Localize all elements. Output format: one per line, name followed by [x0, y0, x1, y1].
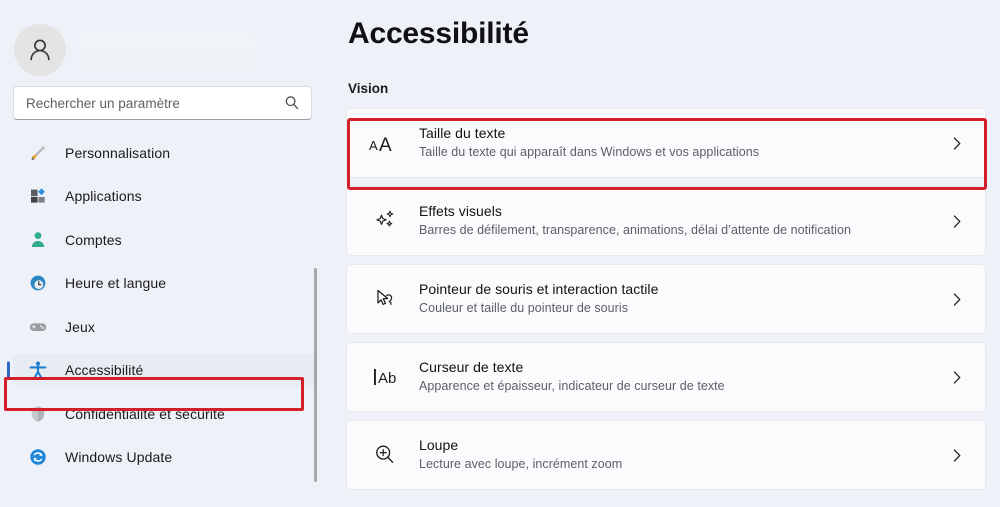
setting-card-curseur-de-texte[interactable]: Ab Curseur de texte Apparence et épaisse…: [346, 342, 986, 412]
account-person-icon: [27, 229, 49, 251]
sidebar-item-label: Accessibilité: [65, 362, 144, 378]
sidebar-item-label: Confidentialité et sécurité: [65, 405, 225, 422]
sidebar-item-accessibilite[interactable]: Accessibilité: [13, 353, 317, 387]
mouse-pointer-touch-icon: [363, 279, 407, 319]
settings-card-list: A A Taille du texte Taille du texte qui …: [346, 108, 1000, 490]
svg-text:A: A: [379, 135, 392, 156]
avatar[interactable]: [14, 24, 66, 76]
search-input[interactable]: [26, 95, 283, 111]
profile-name-placeholder: [80, 33, 256, 67]
apps-grid-icon: [27, 185, 49, 207]
setting-card-taille-du-texte[interactable]: A A Taille du texte Taille du texte qui …: [346, 108, 986, 178]
sidebar-item-label: Heure et langue: [65, 275, 167, 291]
text-cursor-icon: Ab: [363, 357, 407, 397]
search-box[interactable]: [13, 86, 312, 120]
card-subtitle: Taille du texte qui apparaît dans Window…: [419, 145, 760, 160]
card-subtitle: Barres de défilement, transparence, anim…: [419, 223, 851, 238]
chevron-right-icon[interactable]: [947, 370, 967, 385]
sidebar-item-label: Comptes: [65, 231, 122, 248]
chevron-right-icon[interactable]: [947, 292, 967, 307]
main-content: Accessibilité Vision A A Taille du texte…: [330, 0, 1000, 507]
paintbrush-icon: [27, 142, 49, 164]
sidebar-item-personnalisation[interactable]: Personnalisation: [13, 136, 317, 169]
card-subtitle: Lecture avec loupe, incrément zoom: [419, 457, 623, 472]
profile-section[interactable]: [0, 0, 330, 86]
magnifier-plus-icon: [363, 435, 407, 475]
sidebar-item-label: Applications: [65, 188, 142, 204]
card-subtitle: Couleur et taille du pointeur de souris: [419, 301, 629, 316]
sidebar-item-jeux[interactable]: Jeux: [13, 310, 317, 343]
search-section: [0, 86, 330, 120]
sidebar-scrollbar[interactable]: [314, 268, 317, 482]
sidebar-nav: Personnalisation Applications Comptes He…: [0, 136, 330, 474]
page-title: Accessibilité: [348, 17, 529, 50]
sidebar-item-label: Personnalisation: [65, 144, 171, 161]
chevron-right-icon[interactable]: [947, 214, 967, 229]
card-title: Effets visuels: [419, 203, 502, 220]
sidebar-item-confidentialite-et-securite[interactable]: Confidentialité et sécurité: [13, 397, 317, 430]
chevron-right-icon[interactable]: [947, 136, 967, 151]
sparkles-icon: [363, 201, 407, 241]
sidebar: Personnalisation Applications: [0, 0, 330, 507]
sidebar-item-comptes[interactable]: Comptes: [13, 223, 317, 256]
card-subtitle: Apparence et épaisseur, indicateur de cu…: [419, 379, 725, 394]
card-title: Taille du texte: [419, 125, 506, 142]
sidebar-item-windows-update[interactable]: Windows Update: [13, 441, 317, 474]
card-title: Loupe: [419, 437, 459, 454]
text-size-aa-icon: A A: [363, 123, 407, 163]
person-avatar-icon: [30, 39, 50, 61]
clock-globe-icon: [27, 272, 49, 294]
accessibility-person-icon: [27, 359, 49, 381]
chevron-right-icon[interactable]: [947, 448, 967, 463]
card-title: Curseur de texte: [419, 359, 524, 376]
setting-card-effets-visuels[interactable]: Effets visuels Barres de défilement, tra…: [346, 186, 986, 256]
search-icon[interactable]: [283, 95, 301, 111]
setting-card-loupe[interactable]: Loupe Lecture avec loupe, incrément zoom: [346, 420, 986, 490]
sidebar-item-label: Windows Update: [65, 449, 173, 465]
sidebar-item-label: Jeux: [65, 318, 95, 335]
shield-icon: [27, 403, 49, 425]
svg-text:Ab: Ab: [378, 370, 396, 387]
gamepad-icon: [27, 316, 49, 338]
sync-refresh-icon: [27, 446, 49, 468]
sidebar-item-applications[interactable]: Applications: [13, 180, 317, 213]
card-title: Pointeur de souris et interaction tactil…: [419, 281, 659, 298]
svg-text:A: A: [369, 138, 378, 153]
settings-window: Personnalisation Applications: [0, 0, 1000, 507]
setting-card-pointeur-de-souris[interactable]: Pointeur de souris et interaction tactil…: [346, 264, 986, 334]
section-heading-vision: Vision: [348, 81, 389, 96]
sidebar-item-heure-et-langue[interactable]: Heure et langue: [13, 267, 317, 300]
